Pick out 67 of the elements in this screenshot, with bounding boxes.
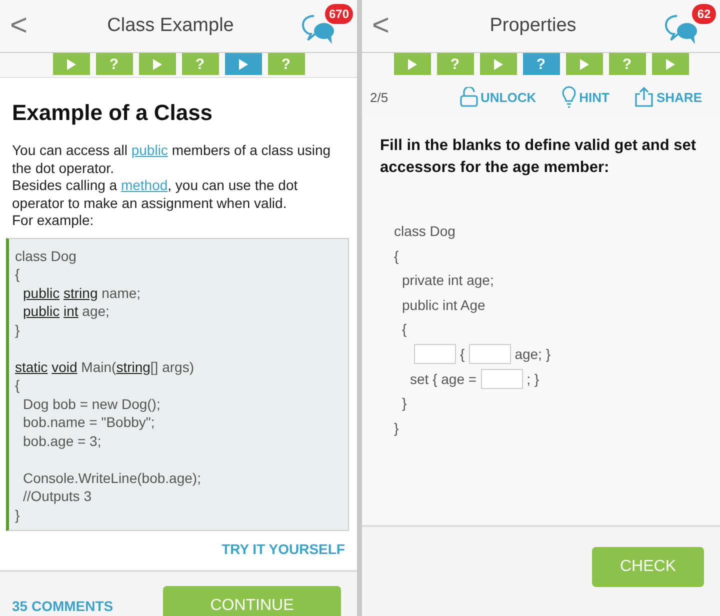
unlock-button[interactable]: UNLOCK <box>450 87 546 107</box>
lesson-step-button[interactable]: ? <box>436 53 474 75</box>
play-icon <box>494 58 502 70</box>
answer-box[interactable] <box>468 344 511 364</box>
code-line: } <box>402 394 408 414</box>
lesson-step-button[interactable]: ? <box>608 53 646 75</box>
lesson-step-button[interactable] <box>652 53 688 75</box>
code-line: //Outputs 3 <box>23 487 92 506</box>
code-line: { <box>15 376 21 394</box>
keyword-link[interactable]: public <box>131 142 168 158</box>
code-line: { <box>15 265 21 284</box>
code-line: private int age; <box>402 271 495 290</box>
keyword-link[interactable]: method <box>120 177 168 193</box>
screen-title: Class Example <box>106 15 235 37</box>
share-button[interactable]: SHARE <box>625 87 712 107</box>
code-line: public string name; <box>23 284 142 302</box>
continue-button[interactable]: CONTINUE <box>163 586 341 616</box>
progress-counter: 2/5 <box>370 90 390 104</box>
code-line: } <box>15 506 21 524</box>
play-icon <box>666 58 674 70</box>
lesson-step-button[interactable] <box>52 53 90 75</box>
code-line: Console.WriteLine(bob.age); <box>23 468 202 487</box>
lesson-step-button[interactable] <box>394 53 430 75</box>
back-button[interactable]: < <box>372 9 402 43</box>
code-line: class Dog <box>394 222 456 241</box>
code-line: } <box>15 320 21 339</box>
question-text: Fill in the blanks to define valid get and set accessors for the age member: <box>380 136 698 178</box>
screen-title: Properties <box>488 15 578 37</box>
code-line: bob.name = "Bobby"; <box>23 413 156 432</box>
code-line: static void Main(string[] args) <box>15 358 195 376</box>
lesson-step-button[interactable] <box>138 53 176 75</box>
code-line: public int age; <box>23 302 110 320</box>
code-line: { age; } <box>410 342 708 367</box>
lesson-step-button[interactable] <box>566 53 602 75</box>
hint-button[interactable]: HINT <box>552 86 620 108</box>
lesson-step-button[interactable]: ? <box>268 53 304 75</box>
lesson-step-button[interactable]: ? <box>96 53 132 75</box>
code-line: public int Age <box>402 296 486 315</box>
play-icon <box>408 58 416 70</box>
comment-count-badge: 62 <box>692 4 716 24</box>
lesson-step-button[interactable]: ? <box>182 53 218 75</box>
lesson-step-button[interactable]: ? <box>522 53 560 75</box>
lesson-heading: Example of a Class <box>12 100 214 126</box>
play-icon <box>152 58 162 70</box>
code-line: } <box>394 418 400 438</box>
play-icon <box>580 58 588 70</box>
code-line: { <box>402 320 408 340</box>
comments-link[interactable]: 35 COMMENTS <box>12 598 114 614</box>
padlock-icon <box>460 87 478 107</box>
play-icon <box>66 58 76 70</box>
play-icon <box>238 58 248 70</box>
check-button[interactable]: CHECK <box>592 547 704 587</box>
answer-box[interactable] <box>414 344 456 364</box>
code-line: class Dog <box>15 246 78 265</box>
lightbulb-icon <box>562 86 576 108</box>
lesson-step-button[interactable] <box>480 53 516 75</box>
code-line: { <box>394 246 400 266</box>
code-line: Dog bob = new Dog(); <box>23 394 162 413</box>
code-line: set { age = ; } <box>410 368 540 391</box>
code-line: bob.age = 3; <box>23 432 102 450</box>
answer-box[interactable] <box>480 368 523 389</box>
share-icon <box>635 87 654 107</box>
back-button[interactable]: < <box>10 9 40 43</box>
try-it-yourself-link[interactable]: TRY IT YOURSELF <box>222 541 345 557</box>
lesson-step-button[interactable] <box>224 53 262 75</box>
lesson-paragraph: You can access all public members of a class using the dot operator. Besides calling a method, you can use the dot operator to make an assignment when valid. For example: <box>12 142 332 230</box>
comment-count-badge: 670 <box>324 4 353 24</box>
